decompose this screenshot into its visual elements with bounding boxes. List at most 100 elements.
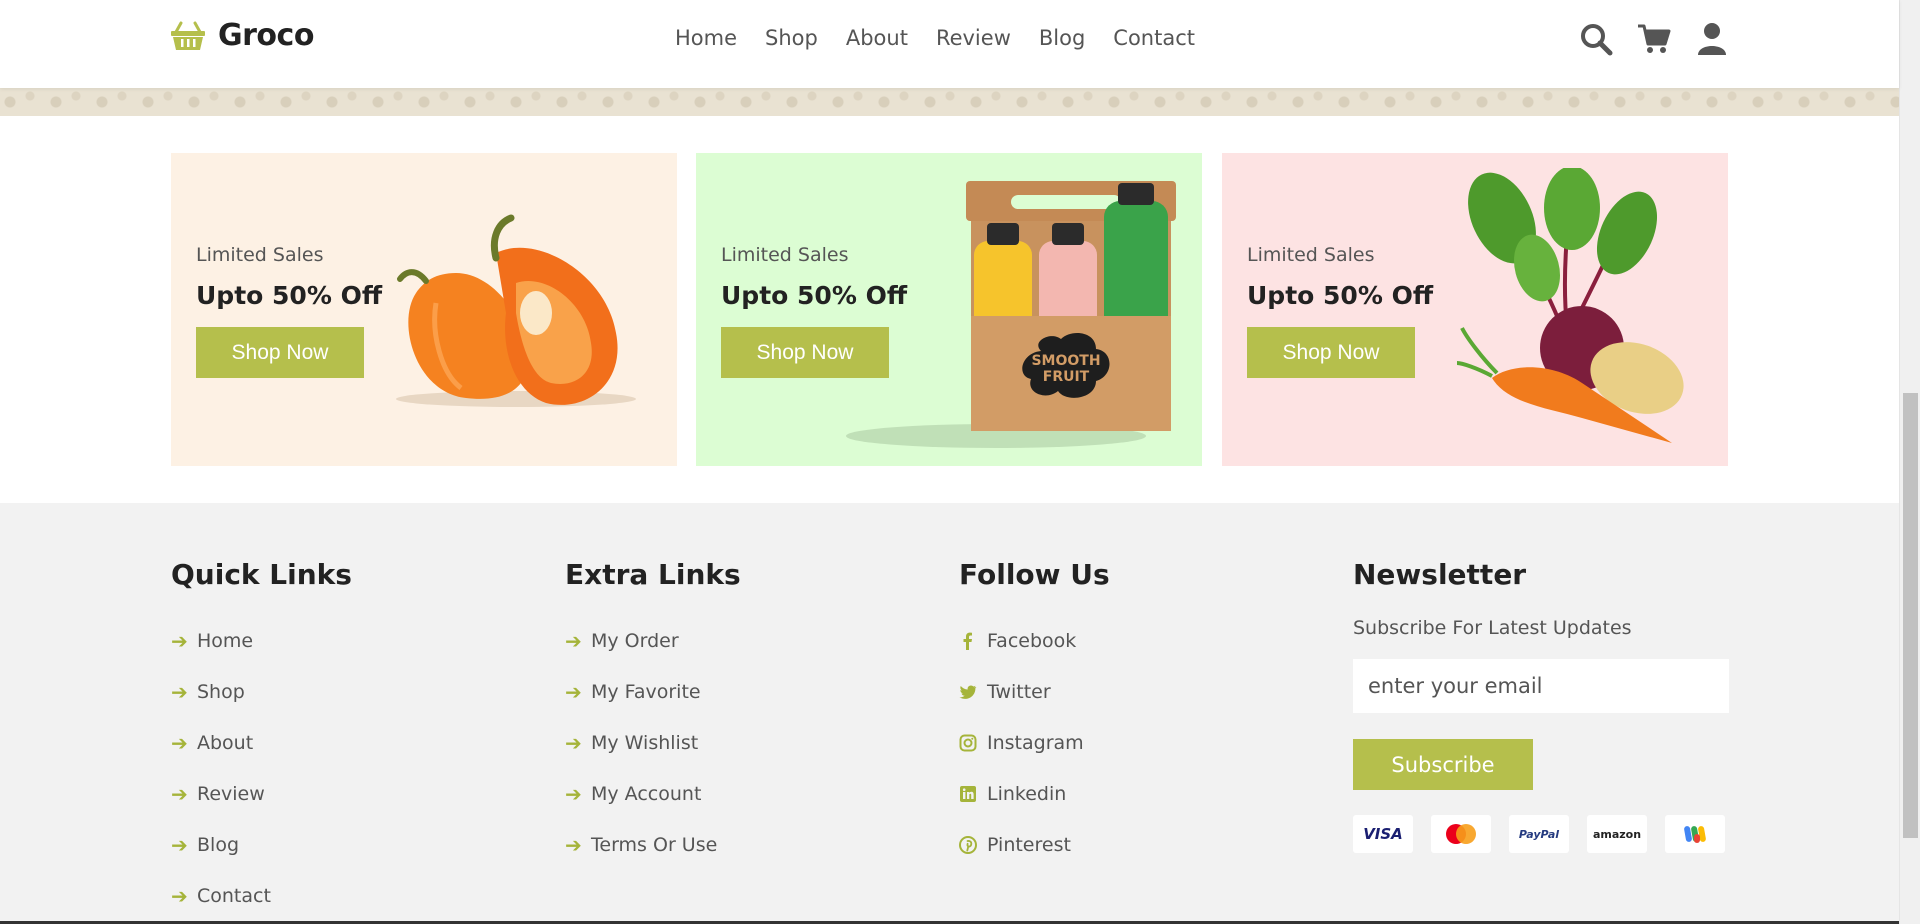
footer-link-my-order[interactable]: ➔ My Order bbox=[565, 615, 741, 666]
arrow-right-icon: ➔ bbox=[565, 832, 582, 857]
mastercard-icon bbox=[1431, 815, 1491, 853]
instagram-icon bbox=[959, 734, 977, 751]
promo-banner-juice: Limited Sales Upto 50% Off Shop Now SMOO… bbox=[696, 153, 1202, 466]
newsletter-column: Newsletter Subscribe For Latest Updates … bbox=[1353, 558, 1729, 853]
newsletter-title: Newsletter bbox=[1353, 558, 1527, 591]
footer-link-shop[interactable]: ➔ Shop bbox=[171, 666, 352, 717]
footer-link-label: My Favorite bbox=[591, 680, 701, 703]
promo-banner-vegetables: Limited Sales Upto 50% Off Shop Now bbox=[1222, 153, 1728, 466]
arrow-right-icon: ➔ bbox=[171, 832, 188, 857]
nav-about[interactable]: About bbox=[846, 26, 908, 50]
scrollbar-thumb[interactable] bbox=[1903, 393, 1918, 838]
arrow-right-icon: ➔ bbox=[171, 781, 188, 806]
bell-pepper-image bbox=[396, 214, 636, 407]
user-icon[interactable] bbox=[1695, 22, 1729, 56]
paypal-label: PayPal bbox=[1518, 827, 1560, 841]
social-link-label: Instagram bbox=[987, 731, 1084, 754]
footer-link-my-account[interactable]: ➔ My Account bbox=[565, 768, 741, 819]
social-link-twitter[interactable]: Twitter bbox=[959, 666, 1110, 717]
footer-link-label: Review bbox=[197, 782, 265, 805]
promo-label: Limited Sales bbox=[1247, 244, 1375, 266]
footer-link-blog[interactable]: ➔ Blog bbox=[171, 819, 352, 870]
promo-title: Upto 50% Off bbox=[196, 281, 383, 310]
svg-text:FRUIT: FRUIT bbox=[1043, 369, 1090, 385]
quick-links-title: Quick Links bbox=[171, 558, 352, 591]
social-link-linkedin[interactable]: Linkedin bbox=[959, 768, 1110, 819]
arrow-right-icon: ➔ bbox=[565, 781, 582, 806]
email-field[interactable] bbox=[1353, 659, 1729, 713]
main-nav: Home Shop About Review Blog Contact bbox=[675, 26, 1195, 50]
payment-methods: VISA PayPal amazon bbox=[1353, 815, 1729, 853]
extra-links-title: Extra Links bbox=[565, 558, 741, 591]
arrow-right-icon: ➔ bbox=[171, 730, 188, 755]
beetroot-carrot-image bbox=[1456, 168, 1684, 443]
social-link-label: Linkedin bbox=[987, 782, 1067, 805]
nav-contact[interactable]: Contact bbox=[1113, 26, 1195, 50]
extra-links-column: Extra Links ➔ My Order ➔ My Favorite ➔ My W… bbox=[565, 558, 741, 870]
shop-now-button[interactable]: Shop Now bbox=[196, 327, 364, 378]
promo-banner-pepper: Limited Sales Upto 50% Off Shop Now bbox=[171, 153, 677, 466]
footer-link-my-wishlist[interactable]: ➔ My Wishlist bbox=[565, 717, 741, 768]
newsletter-subtitle: Subscribe For Latest Updates bbox=[1353, 617, 1632, 639]
brand-name: Groco bbox=[218, 18, 314, 53]
social-link-label: Twitter bbox=[987, 680, 1051, 703]
amazon-label: amazon bbox=[1592, 827, 1642, 841]
footer-link-about[interactable]: ➔ About bbox=[171, 717, 352, 768]
footer-link-label: My Account bbox=[591, 782, 702, 805]
logo[interactable]: Groco bbox=[170, 18, 314, 53]
arrow-right-icon: ➔ bbox=[565, 628, 582, 653]
footer-link-label: Blog bbox=[197, 833, 239, 856]
juice-box-image: SMOOTH FRUIT bbox=[846, 181, 1176, 448]
arrow-right-icon: ➔ bbox=[565, 679, 582, 704]
footer-link-label: My Order bbox=[591, 629, 679, 652]
arrow-right-icon: ➔ bbox=[171, 679, 188, 704]
promo-label: Limited Sales bbox=[196, 244, 324, 266]
arrow-right-icon: ➔ bbox=[171, 883, 188, 908]
svg-text:SMOOTH: SMOOTH bbox=[1031, 353, 1100, 369]
arrow-right-icon: ➔ bbox=[171, 628, 188, 653]
nav-review[interactable]: Review bbox=[936, 26, 1011, 50]
footer-link-label: Home bbox=[197, 629, 254, 652]
social-link-label: Facebook bbox=[987, 629, 1077, 652]
footer-link-contact[interactable]: ➔ Contact bbox=[171, 870, 352, 921]
promo-label: Limited Sales bbox=[721, 244, 849, 266]
nav-shop[interactable]: Shop bbox=[765, 26, 818, 50]
nav-blog[interactable]: Blog bbox=[1039, 26, 1085, 50]
basket-icon bbox=[171, 21, 205, 50]
subscribe-button[interactable]: Subscribe bbox=[1353, 739, 1533, 790]
footer-link-home[interactable]: ➔ Home bbox=[171, 615, 352, 666]
arrow-right-icon: ➔ bbox=[565, 730, 582, 755]
search-icon[interactable] bbox=[1579, 22, 1613, 56]
decorative-pattern-strip bbox=[0, 88, 1899, 116]
footer-link-my-favorite[interactable]: ➔ My Favorite bbox=[565, 666, 741, 717]
twitter-icon bbox=[959, 684, 977, 699]
site-footer: Quick Links ➔ Home ➔ Shop ➔ About ➔ Review ➔… bbox=[0, 503, 1899, 924]
footer-link-label: Shop bbox=[197, 680, 245, 703]
shop-now-button[interactable]: Shop Now bbox=[1247, 327, 1415, 378]
follow-us-title: Follow Us bbox=[959, 558, 1110, 591]
pinterest-icon bbox=[959, 835, 977, 854]
footer-link-label: About bbox=[197, 731, 254, 754]
promo-title: Upto 50% Off bbox=[1247, 281, 1434, 310]
google-wallet-icon bbox=[1665, 815, 1725, 853]
footer-link-terms[interactable]: ➔ Terms Or Use bbox=[565, 819, 741, 870]
footer-link-label: Terms Or Use bbox=[591, 833, 718, 856]
visa-icon: VISA bbox=[1353, 815, 1413, 853]
footer-link-review[interactable]: ➔ Review bbox=[171, 768, 352, 819]
footer-link-label: Contact bbox=[197, 884, 271, 907]
footer-link-label: My Wishlist bbox=[591, 731, 699, 754]
header-actions bbox=[1579, 22, 1729, 56]
visa-label: VISA bbox=[1363, 825, 1403, 843]
follow-us-column: Follow Us Facebook Twitter Instagram Lin… bbox=[959, 558, 1110, 870]
cart-icon[interactable] bbox=[1637, 22, 1671, 56]
nav-home[interactable]: Home bbox=[675, 26, 737, 50]
social-link-facebook[interactable]: Facebook bbox=[959, 615, 1110, 666]
amazon-icon: amazon bbox=[1587, 815, 1647, 853]
page-scrollbar[interactable] bbox=[1899, 0, 1920, 924]
social-link-label: Pinterest bbox=[987, 833, 1071, 856]
facebook-icon bbox=[963, 632, 972, 650]
social-link-pinterest[interactable]: Pinterest bbox=[959, 819, 1110, 870]
social-link-instagram[interactable]: Instagram bbox=[959, 717, 1110, 768]
paypal-icon: PayPal bbox=[1509, 815, 1569, 853]
quick-links-column: Quick Links ➔ Home ➔ Shop ➔ About ➔ Review ➔… bbox=[171, 558, 352, 921]
